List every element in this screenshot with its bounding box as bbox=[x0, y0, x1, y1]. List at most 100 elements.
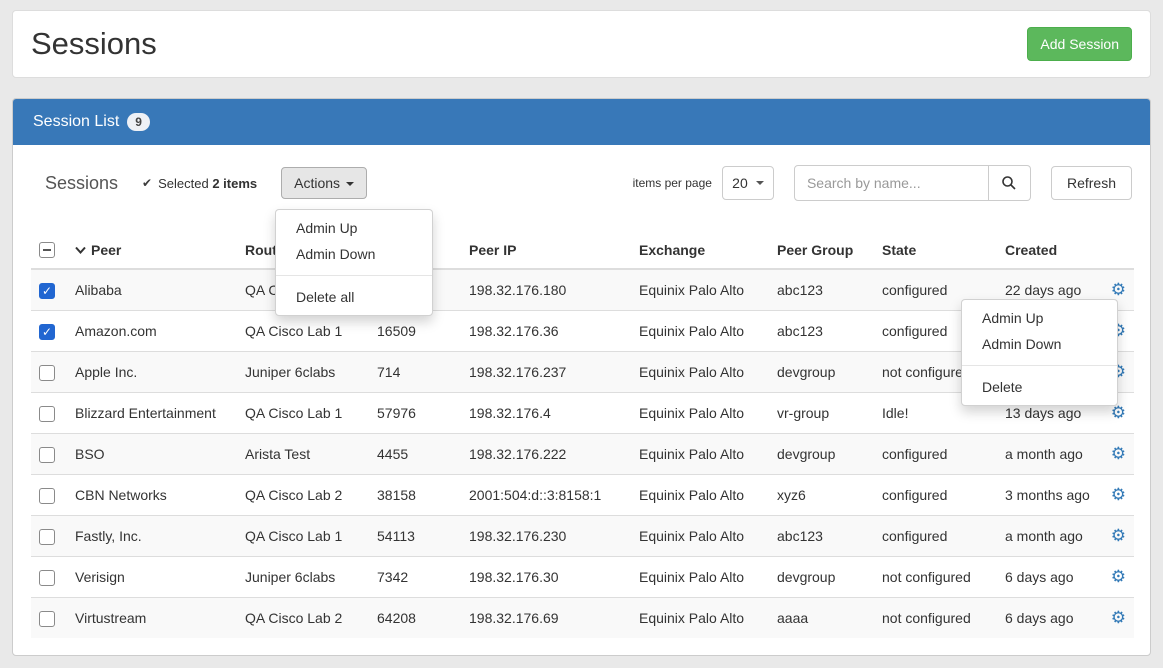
cell-asn: 4455 bbox=[369, 434, 461, 475]
cell-peer-group: vr-group bbox=[769, 393, 874, 434]
cell-router: Juniper 6clabs bbox=[237, 352, 369, 393]
menu-item-admin-up[interactable]: Admin Up bbox=[276, 215, 432, 241]
select-all-checkbox[interactable] bbox=[39, 242, 55, 258]
cell-exchange: Equinix Palo Alto bbox=[631, 393, 769, 434]
page-size-select[interactable]: 20 bbox=[722, 166, 774, 200]
gear-icon[interactable]: ⚙ bbox=[1111, 608, 1126, 627]
sessions-table: Peer Router ASN Peer IP Exchange Peer Gr… bbox=[31, 231, 1134, 638]
cell-asn: 38158 bbox=[369, 475, 461, 516]
selected-count: 2 items bbox=[212, 176, 257, 191]
cell-select bbox=[31, 557, 67, 598]
check-icon: ✔ bbox=[142, 176, 152, 190]
table-header-row: Peer Router ASN Peer IP Exchange Peer Gr… bbox=[31, 231, 1134, 269]
cell-peer-ip: 198.32.176.237 bbox=[461, 352, 631, 393]
cell-peer: Alibaba bbox=[67, 269, 237, 311]
cell-row-actions: ⚙ bbox=[1099, 516, 1134, 557]
panel-title: Session List bbox=[33, 113, 119, 131]
cell-router: QA Cisco Lab 2 bbox=[237, 475, 369, 516]
table-row: Virtustream QA Cisco Lab 2 64208 198.32.… bbox=[31, 598, 1134, 639]
cell-row-actions: ⚙ bbox=[1099, 598, 1134, 639]
menu-item-delete-all[interactable]: Delete all bbox=[276, 284, 432, 310]
cell-peer: Amazon.com bbox=[67, 311, 237, 352]
page: Sessions Add Session Session List 9 Sess… bbox=[0, 0, 1163, 668]
cell-select bbox=[31, 352, 67, 393]
cell-row-actions: ⚙ bbox=[1099, 557, 1134, 598]
cell-peer-group: xyz6 bbox=[769, 475, 874, 516]
refresh-button[interactable]: Refresh bbox=[1051, 166, 1132, 200]
cell-asn: 54113 bbox=[369, 516, 461, 557]
cell-exchange: Equinix Palo Alto bbox=[631, 434, 769, 475]
actions-button[interactable]: Actions bbox=[281, 167, 367, 199]
cell-peer: Apple Inc. bbox=[67, 352, 237, 393]
col-state: State bbox=[874, 231, 997, 269]
row-actions-menu: Admin UpAdmin Down Delete bbox=[961, 299, 1118, 406]
search-input[interactable] bbox=[794, 165, 989, 201]
cell-peer: Fastly, Inc. bbox=[67, 516, 237, 557]
count-badge: 9 bbox=[127, 113, 150, 131]
cell-peer: Virtustream bbox=[67, 598, 237, 639]
caret-down-icon bbox=[756, 181, 764, 185]
cell-created: 3 months ago bbox=[997, 475, 1099, 516]
col-row-actions bbox=[1099, 231, 1134, 269]
cell-select bbox=[31, 516, 67, 557]
menu-item-delete[interactable]: Delete bbox=[962, 374, 1117, 400]
menu-item-admin-down[interactable]: Admin Down bbox=[276, 241, 432, 267]
cell-peer-ip: 198.32.176.4 bbox=[461, 393, 631, 434]
cell-state: not configured bbox=[874, 598, 997, 639]
cell-select bbox=[31, 475, 67, 516]
gear-icon[interactable]: ⚙ bbox=[1111, 403, 1126, 422]
cell-router: QA Cisco Lab 1 bbox=[237, 393, 369, 434]
cell-select bbox=[31, 393, 67, 434]
panel-heading: Session List 9 bbox=[13, 99, 1150, 145]
cell-peer-ip: 198.32.176.30 bbox=[461, 557, 631, 598]
add-session-button[interactable]: Add Session bbox=[1027, 27, 1132, 61]
cell-asn: 714 bbox=[369, 352, 461, 393]
cell-exchange: Equinix Palo Alto bbox=[631, 516, 769, 557]
row-checkbox[interactable] bbox=[39, 570, 55, 586]
table-row: CBN Networks QA Cisco Lab 2 38158 2001:5… bbox=[31, 475, 1134, 516]
cell-peer-ip: 198.32.176.180 bbox=[461, 269, 631, 311]
row-checkbox[interactable]: ✓ bbox=[39, 324, 55, 340]
row-checkbox[interactable] bbox=[39, 529, 55, 545]
cell-peer: CBN Networks bbox=[67, 475, 237, 516]
cell-created: 6 days ago bbox=[997, 557, 1099, 598]
cell-router: QA Cisco Lab 2 bbox=[237, 598, 369, 639]
cell-peer-group: abc123 bbox=[769, 516, 874, 557]
row-checkbox[interactable]: ✓ bbox=[39, 283, 55, 299]
cell-created: 6 days ago bbox=[997, 598, 1099, 639]
gear-icon[interactable]: ⚙ bbox=[1111, 526, 1126, 545]
table-row: Fastly, Inc. QA Cisco Lab 1 54113 198.32… bbox=[31, 516, 1134, 557]
cell-state: configured bbox=[874, 475, 997, 516]
toolbar: Sessions ✔ Selected 2 items Actions item… bbox=[31, 163, 1132, 203]
cell-row-actions: ⚙ bbox=[1099, 475, 1134, 516]
row-checkbox[interactable] bbox=[39, 365, 55, 381]
col-peer[interactable]: Peer bbox=[67, 231, 237, 269]
gear-icon[interactable]: ⚙ bbox=[1111, 485, 1126, 504]
row-checkbox[interactable] bbox=[39, 611, 55, 627]
cell-row-actions: ⚙ bbox=[1099, 434, 1134, 475]
row-checkbox[interactable] bbox=[39, 488, 55, 504]
cell-exchange: Equinix Palo Alto bbox=[631, 557, 769, 598]
cell-select bbox=[31, 434, 67, 475]
gear-icon[interactable]: ⚙ bbox=[1111, 444, 1126, 463]
cell-peer-group: abc123 bbox=[769, 269, 874, 311]
row-checkbox[interactable] bbox=[39, 447, 55, 463]
search-icon bbox=[1001, 175, 1017, 191]
cell-select bbox=[31, 598, 67, 639]
cell-created: a month ago bbox=[997, 434, 1099, 475]
cell-state: configured bbox=[874, 434, 997, 475]
cell-peer-ip: 198.32.176.36 bbox=[461, 311, 631, 352]
gear-icon[interactable]: ⚙ bbox=[1111, 280, 1126, 299]
sort-desc-icon bbox=[75, 241, 86, 257]
cell-select: ✓ bbox=[31, 311, 67, 352]
search-button[interactable] bbox=[989, 165, 1031, 201]
cell-state: not configured bbox=[874, 557, 997, 598]
cell-asn: 57976 bbox=[369, 393, 461, 434]
cell-peer-group: abc123 bbox=[769, 311, 874, 352]
menu-item-admin-up[interactable]: Admin Up bbox=[962, 305, 1117, 331]
row-checkbox[interactable] bbox=[39, 406, 55, 422]
menu-item-admin-down[interactable]: Admin Down bbox=[962, 331, 1117, 357]
cell-peer-ip: 198.32.176.222 bbox=[461, 434, 631, 475]
gear-icon[interactable]: ⚙ bbox=[1111, 567, 1126, 586]
cell-exchange: Equinix Palo Alto bbox=[631, 598, 769, 639]
